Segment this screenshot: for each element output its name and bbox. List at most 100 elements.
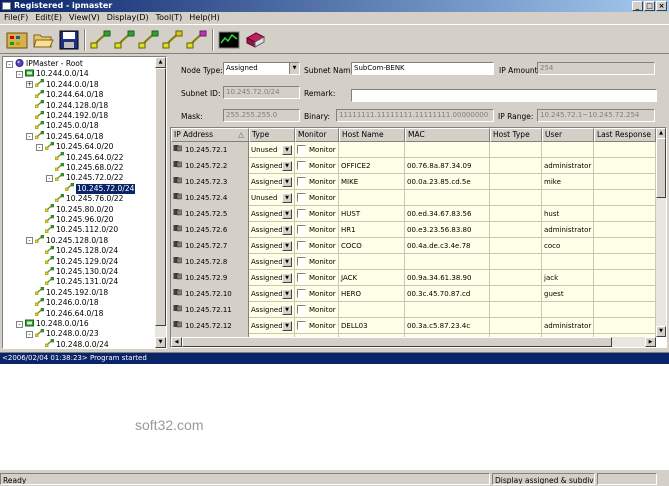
tree-node[interactable]: 10.245.192.0/18 xyxy=(34,287,108,298)
last-response-cell[interactable] xyxy=(594,206,656,222)
scroll-right-arrow-icon[interactable]: ▶ xyxy=(645,337,656,347)
chevron-down-icon[interactable]: ▼ xyxy=(282,209,292,219)
menu-display[interactable]: Display(D) xyxy=(103,12,152,24)
host-type-cell[interactable] xyxy=(490,158,542,174)
mac-cell[interactable]: 00.e3.23.56.83.80 xyxy=(405,222,490,238)
column-header-last-response[interactable]: Last Response xyxy=(594,128,656,142)
monitor-checkbox[interactable] xyxy=(297,272,306,282)
collapse-icon[interactable]: - xyxy=(16,320,23,328)
table-row[interactable]: 10.245.72.3 Assigned ▼ Monitor MIKE 00.0a.23.… xyxy=(171,174,656,190)
tree-node[interactable]: - 10.245.64.0/20 xyxy=(36,141,113,152)
host-type-cell[interactable] xyxy=(490,222,542,238)
tree-node[interactable]: 10.245.0.0/18 xyxy=(34,120,99,131)
ip-address-cell[interactable]: 10.245.72.6 xyxy=(171,222,249,238)
host-type-cell[interactable] xyxy=(490,254,542,270)
monitor-checkbox[interactable] xyxy=(297,240,306,250)
ip-address-cell[interactable]: 10.245.72.1 xyxy=(171,142,249,158)
monitor-checkbox[interactable] xyxy=(297,320,306,330)
grid-horizontal-scrollbar[interactable]: ◀ ▶ xyxy=(171,337,656,347)
monitor-checkbox[interactable] xyxy=(297,224,306,234)
host-name-cell[interactable] xyxy=(339,142,405,158)
collapse-icon[interactable]: - xyxy=(6,60,13,68)
ip-address-cell[interactable]: 10.245.72.8 xyxy=(171,254,249,270)
user-cell[interactable] xyxy=(542,190,594,206)
tree-node[interactable]: +10.244.0.0/18 xyxy=(26,79,99,90)
tree-node[interactable]: 10.248.0.0/24 xyxy=(44,339,109,348)
table-row[interactable]: 10.245.72.7 Assigned ▼ Monitor COCO 00.4a.de.… xyxy=(171,238,656,254)
last-response-cell[interactable] xyxy=(594,286,656,302)
host-name-cell[interactable]: DELL03 xyxy=(339,318,405,334)
menu-file[interactable]: File(F) xyxy=(0,12,31,24)
table-row[interactable]: 10.245.72.12 Assigned ▼ Monitor DELL03 00.3a.… xyxy=(171,318,656,334)
node-icon-2[interactable] xyxy=(113,28,137,52)
host-type-cell[interactable] xyxy=(490,270,542,286)
chevron-down-icon[interactable]: ▼ xyxy=(282,241,292,251)
mac-cell[interactable] xyxy=(405,302,490,318)
host-type-cell[interactable] xyxy=(490,302,542,318)
column-header-host-type[interactable]: Host Type xyxy=(490,128,542,142)
type-cell[interactable]: Assigned ▼ xyxy=(249,238,295,254)
subnet-tree[interactable]: - IPMaster - Root -10.244.0.0/14 +10.244.0.… xyxy=(3,57,156,348)
scroll-thumb[interactable] xyxy=(182,337,612,347)
tree-node[interactable]: 10.244.128.0/18 xyxy=(34,99,108,111)
monitor-cell[interactable]: Monitor xyxy=(295,286,339,302)
last-response-cell[interactable] xyxy=(594,238,656,254)
column-header-user[interactable]: User xyxy=(542,128,594,142)
host-name-cell[interactable]: HR1 xyxy=(339,222,405,238)
table-row[interactable]: 10.245.72.4 Unused ▼ Monitor xyxy=(171,190,656,206)
monitor-cell[interactable]: Monitor xyxy=(295,318,339,334)
host-name-cell[interactable] xyxy=(339,302,405,318)
monitor-checkbox[interactable] xyxy=(297,144,306,154)
tree-node-selected[interactable]: 10.245.72.0/24 xyxy=(64,183,136,194)
monitor-cell[interactable]: Monitor xyxy=(295,238,339,254)
node-type-select[interactable]: Assigned ▼ xyxy=(223,62,300,75)
scroll-up-arrow-icon[interactable]: ▲ xyxy=(155,57,166,68)
collapse-icon[interactable]: - xyxy=(26,330,33,338)
last-response-cell[interactable] xyxy=(594,302,656,318)
type-cell[interactable]: Unused ▼ xyxy=(249,190,295,206)
chevron-down-icon[interactable]: ▼ xyxy=(282,225,292,235)
mac-cell[interactable] xyxy=(405,254,490,270)
chevron-down-icon[interactable]: ▼ xyxy=(282,193,292,203)
type-cell[interactable]: Assigned ▼ xyxy=(249,222,295,238)
monitor-cell[interactable]: Monitor xyxy=(295,270,339,286)
tree-node[interactable]: - 10.245.64.0/18 xyxy=(26,131,103,142)
chevron-down-icon[interactable]: ▼ xyxy=(282,177,292,187)
user-cell[interactable]: administrator xyxy=(542,222,594,238)
table-row[interactable]: 10.245.72.5 Assigned ▼ Monitor HUST 00.ed.34.… xyxy=(171,206,656,222)
last-response-cell[interactable] xyxy=(594,174,656,190)
user-cell[interactable]: guest xyxy=(542,286,594,302)
tree-node[interactable]: - IPMaster - Root xyxy=(6,58,83,69)
node-icon-4[interactable] xyxy=(161,28,185,52)
table-row[interactable]: 10.245.72.9 Assigned ▼ Monitor JACK 00.9a.34.… xyxy=(171,270,656,286)
scroll-down-arrow-icon[interactable]: ▼ xyxy=(656,326,666,337)
host-name-cell[interactable] xyxy=(339,254,405,270)
tree-node[interactable]: 10.245.112.0/20 xyxy=(44,224,118,235)
monitor-cell[interactable]: Monitor xyxy=(295,254,339,270)
scroll-down-arrow-icon[interactable]: ▼ xyxy=(155,337,166,348)
host-type-cell[interactable] xyxy=(490,238,542,254)
last-response-cell[interactable] xyxy=(594,270,656,286)
mac-cell[interactable]: 00.4a.de.c3.4e.78 xyxy=(405,238,490,254)
chevron-down-icon[interactable]: ▼ xyxy=(282,273,292,283)
monitor-cell[interactable]: Monitor xyxy=(295,142,339,158)
ip-address-cell[interactable]: 10.245.72.7 xyxy=(171,238,249,254)
user-cell[interactable]: coco xyxy=(542,238,594,254)
chevron-down-icon[interactable]: ▼ xyxy=(282,305,292,315)
mac-cell[interactable]: 00.0a.23.85.cd.5e xyxy=(405,174,490,190)
type-cell[interactable]: Assigned ▼ xyxy=(249,302,295,318)
monitor-cell[interactable]: Monitor xyxy=(295,302,339,318)
tree-node[interactable]: 10.245.128.0/24 xyxy=(44,245,118,256)
mac-cell[interactable]: 00.9a.34.61.38.90 xyxy=(405,270,490,286)
ip-address-cell[interactable]: 10.245.72.10 xyxy=(171,286,249,302)
last-response-cell[interactable] xyxy=(594,318,656,334)
tree-node[interactable]: 10.245.80.0/20 xyxy=(44,203,113,215)
remark-field[interactable] xyxy=(351,89,657,102)
minimize-button[interactable]: _ xyxy=(632,1,643,11)
tree-node[interactable]: 10.244.192.0/18 xyxy=(34,110,108,121)
type-cell[interactable]: Assigned ▼ xyxy=(249,174,295,190)
mac-cell[interactable] xyxy=(405,142,490,158)
host-type-cell[interactable] xyxy=(490,142,542,158)
column-header-ip-address[interactable]: IP Address △ xyxy=(171,128,249,142)
type-cell[interactable]: Assigned ▼ xyxy=(249,254,295,270)
